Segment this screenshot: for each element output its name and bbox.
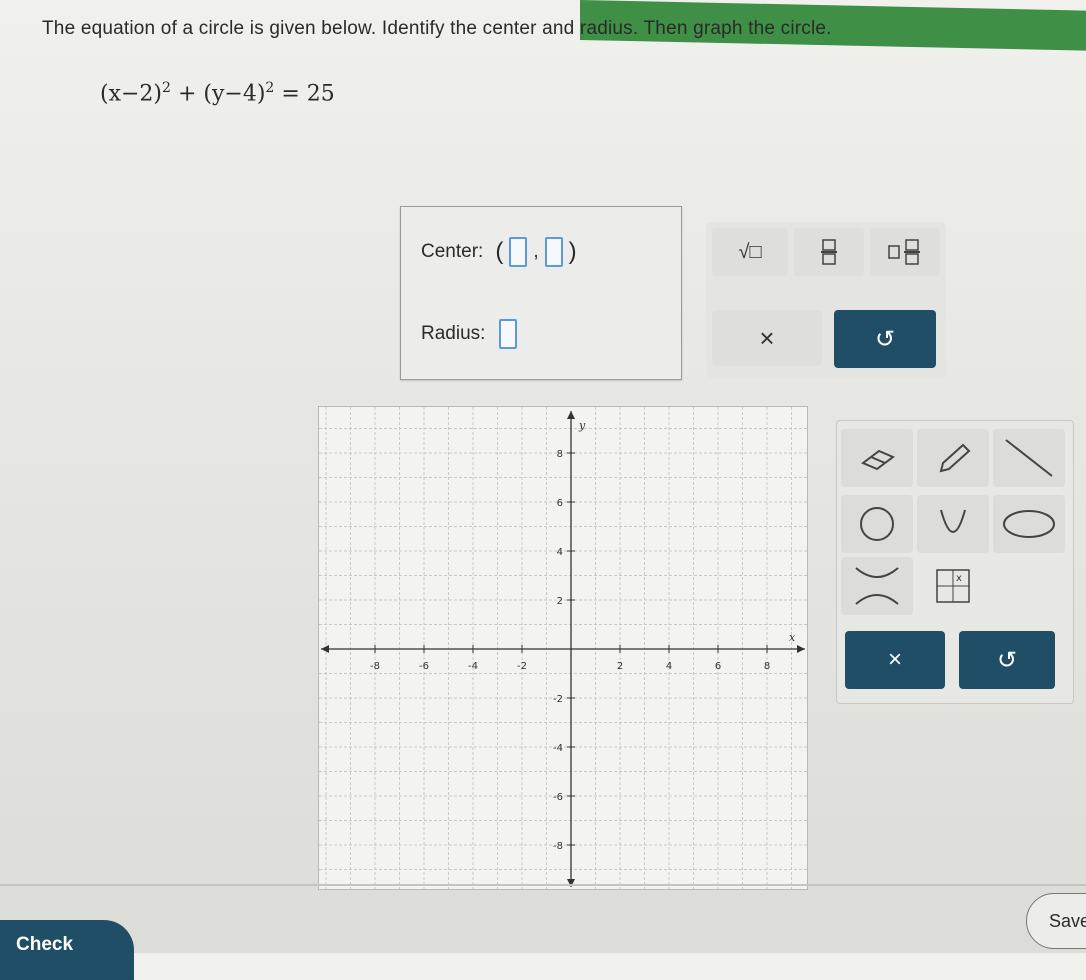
graph-canvas[interactable]: x y -8 -6 -4 -2 2 4 6 8 8 6 4 2 -2 -4 -6 -8 — [319, 403, 817, 895]
center-open-paren: ( — [495, 238, 504, 265]
close-icon: × — [759, 322, 775, 353]
center-close-paren: ) — [568, 238, 577, 265]
center-label: Center: — [421, 241, 484, 262]
x-tick-label: -4 — [468, 661, 478, 672]
x-axis-arrow — [797, 645, 805, 653]
line-tool[interactable] — [993, 429, 1065, 487]
x-tick-label: 4 — [666, 661, 672, 672]
eraser-tool[interactable] — [841, 429, 913, 487]
x-tick-label: 8 — [764, 661, 770, 672]
x-axis-label: x — [789, 631, 796, 644]
center-comma: , — [533, 241, 539, 262]
sqrt-icon: √□ — [738, 240, 762, 263]
equation-exponent-x: 2 — [162, 80, 171, 96]
divider — [0, 884, 1086, 886]
x-tick-label: -6 — [419, 661, 429, 672]
eraser-icon — [861, 449, 895, 471]
graph-clear-button[interactable]: × — [845, 631, 945, 689]
center-y-input[interactable] — [544, 237, 563, 267]
y-tick-label: 4 — [557, 547, 563, 558]
equation-plus: + — [177, 81, 197, 107]
graph-undo-button[interactable]: ↺ — [959, 631, 1055, 689]
y-tick-label: 8 — [557, 449, 563, 460]
radius-row: Radius: — [421, 319, 518, 349]
ellipse-icon — [1003, 510, 1055, 538]
y-tick-label: -8 — [553, 841, 563, 852]
equation-term-x: (x−2) — [100, 81, 163, 107]
y-tick-label: -4 — [553, 743, 563, 754]
x-tick-label: -8 — [370, 661, 380, 672]
undo-icon: ↺ — [996, 646, 1018, 674]
graph-tools-panel: x × ↺ — [836, 420, 1074, 704]
check-label: Check — [16, 934, 74, 955]
fraction-button[interactable] — [794, 228, 864, 276]
undo-button[interactable]: ↺ — [834, 310, 936, 368]
answer-panel: Center: ( , ) Radius: — [400, 206, 682, 380]
hyperbola-tool[interactable] — [841, 557, 913, 615]
radius-input[interactable] — [499, 319, 518, 349]
hyperbola-icon — [855, 567, 899, 605]
function-grid-icon: x — [936, 569, 970, 603]
center-x-input[interactable] — [509, 237, 528, 267]
y-tick-label: -6 — [553, 792, 563, 803]
check-button[interactable]: Check — [0, 920, 134, 980]
circle-tool[interactable] — [841, 495, 913, 553]
math-keypad: √□ × ↺ — [706, 222, 946, 378]
x-axis-arrow-left — [321, 645, 329, 653]
y-axis-label: y — [578, 419, 586, 432]
circle-equation: (x−2)2 + (y−4)2 = 25 — [100, 80, 335, 106]
pencil-tool[interactable] — [917, 429, 989, 487]
fraction-icon — [821, 239, 837, 265]
parabola-tool[interactable] — [917, 495, 989, 553]
line-segment-icon — [1005, 439, 1053, 477]
function-tool[interactable]: x — [917, 557, 989, 615]
x-tick-label: -2 — [517, 661, 527, 672]
coordinate-graph[interactable]: x y -8 -6 -4 -2 2 4 6 8 8 6 4 2 -2 -4 -6 -8 — [318, 403, 817, 895]
x-tick-label: 2 — [617, 661, 623, 672]
svg-text:x: x — [956, 573, 962, 584]
y-axis-arrow — [567, 411, 575, 419]
save-button[interactable]: Save — [1026, 893, 1086, 949]
ellipse-tool[interactable] — [993, 495, 1065, 553]
clear-button[interactable]: × — [712, 310, 822, 366]
equation-rhs: = 25 — [281, 81, 335, 107]
radius-label: Radius: — [421, 323, 486, 344]
mixed-number-button[interactable] — [870, 228, 940, 276]
y-tick-label: 2 — [557, 596, 563, 607]
y-tick-label: 6 — [557, 498, 563, 509]
undo-icon: ↺ — [874, 325, 896, 353]
equation-exponent-y: 2 — [265, 80, 275, 96]
parabola-icon — [940, 509, 966, 533]
circle-icon — [860, 507, 894, 541]
question-prompt: The equation of a circle is given below.… — [42, 18, 832, 39]
pencil-icon — [939, 443, 971, 473]
center-row: Center: ( , ) — [421, 237, 577, 267]
y-tick-label: -2 — [553, 694, 563, 705]
x-tick-label: 6 — [715, 661, 721, 672]
close-icon: × — [887, 646, 902, 673]
save-label: Save — [1049, 910, 1086, 931]
equation-term-y: (y−4) — [203, 81, 266, 107]
mixed-number-icon — [888, 239, 920, 265]
sqrt-button[interactable]: √□ — [712, 228, 788, 276]
